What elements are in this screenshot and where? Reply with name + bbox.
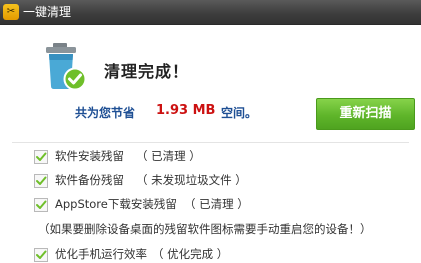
checkbox[interactable] xyxy=(34,248,48,262)
title-bar: ✂ 一键清理 xyxy=(0,0,421,25)
main-content: 清理完成！ 共为您节省 1.93 MB 空间。 重新扫描 软件安装残留 （ 已清… xyxy=(0,25,421,262)
broom-icon: ✂ xyxy=(3,4,19,20)
divider xyxy=(12,142,409,143)
item-status: （ 优化完成 ） xyxy=(152,247,229,261)
item-status: （ 已清理 ） xyxy=(136,149,201,163)
restart-note: （如果要删除设备桌面的残留软件图标需要手动重启您的设备！） xyxy=(38,222,372,236)
window-title: 一键清理 xyxy=(23,5,72,19)
cleanup-status-title: 清理完成！ xyxy=(104,62,190,81)
checkbox[interactable] xyxy=(34,150,48,164)
rescan-button[interactable]: 重新扫描 xyxy=(316,98,415,130)
checkbox[interactable] xyxy=(34,198,48,212)
item-label: 软件安装残留 xyxy=(55,149,124,163)
item-status: （ 已清理 ） xyxy=(184,197,249,211)
checkbox[interactable] xyxy=(34,174,48,188)
trash-bin-check-icon xyxy=(46,43,87,91)
item-status: （ 未发现垃圾文件 ） xyxy=(136,173,247,187)
saved-space-label: 共为您节省 xyxy=(75,106,136,120)
item-label: 优化手机运行效率 xyxy=(55,247,147,261)
saved-space-suffix: 空间。 xyxy=(221,106,258,120)
item-label: AppStore下载安装残留 xyxy=(55,197,177,211)
item-label: 软件备份残留 xyxy=(55,173,124,187)
saved-space-amount: 1.93 MB xyxy=(156,103,216,118)
